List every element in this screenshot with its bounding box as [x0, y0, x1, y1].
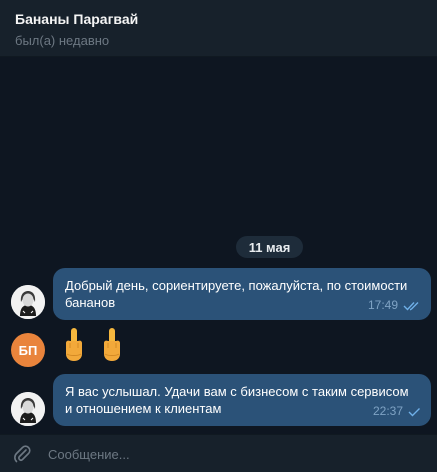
middle-finger-emoji-icon [104, 328, 120, 361]
user-avatar[interactable] [11, 392, 45, 426]
message-time: 17:49 [367, 298, 398, 312]
message-time: 22:37 [372, 404, 403, 418]
message-text: Добрый день, сориентируете, пожалуйста, … [65, 278, 408, 310]
user-avatar-image [11, 285, 45, 319]
message-bubble-outgoing[interactable]: Добрый день, сориентируете, пожалуйста, … [53, 268, 431, 320]
double-check-icon [403, 301, 419, 311]
chat-status: был(а) недавно [15, 33, 110, 48]
chat-title: Бананы Парагвай [15, 11, 139, 27]
message-text: Я вас услышал. Удачи вам с бизнесом с та… [65, 384, 409, 416]
chat-header[interactable]: Бананы Парагвай был(а) недавно [0, 0, 437, 57]
date-separator: 11 мая [236, 236, 303, 258]
emoji-message[interactable] [62, 327, 124, 363]
single-check-icon [408, 407, 420, 416]
paperclip-icon[interactable] [12, 444, 32, 464]
user-avatar[interactable] [11, 285, 45, 319]
message-composer [0, 434, 437, 472]
message-bubble-outgoing[interactable]: Я вас услышал. Удачи вам с бизнесом с та… [53, 374, 431, 426]
user-avatar-image [11, 392, 45, 426]
sender-avatar[interactable]: БП [11, 333, 45, 367]
middle-finger-emoji-icon [66, 328, 82, 361]
message-input[interactable] [48, 443, 418, 465]
